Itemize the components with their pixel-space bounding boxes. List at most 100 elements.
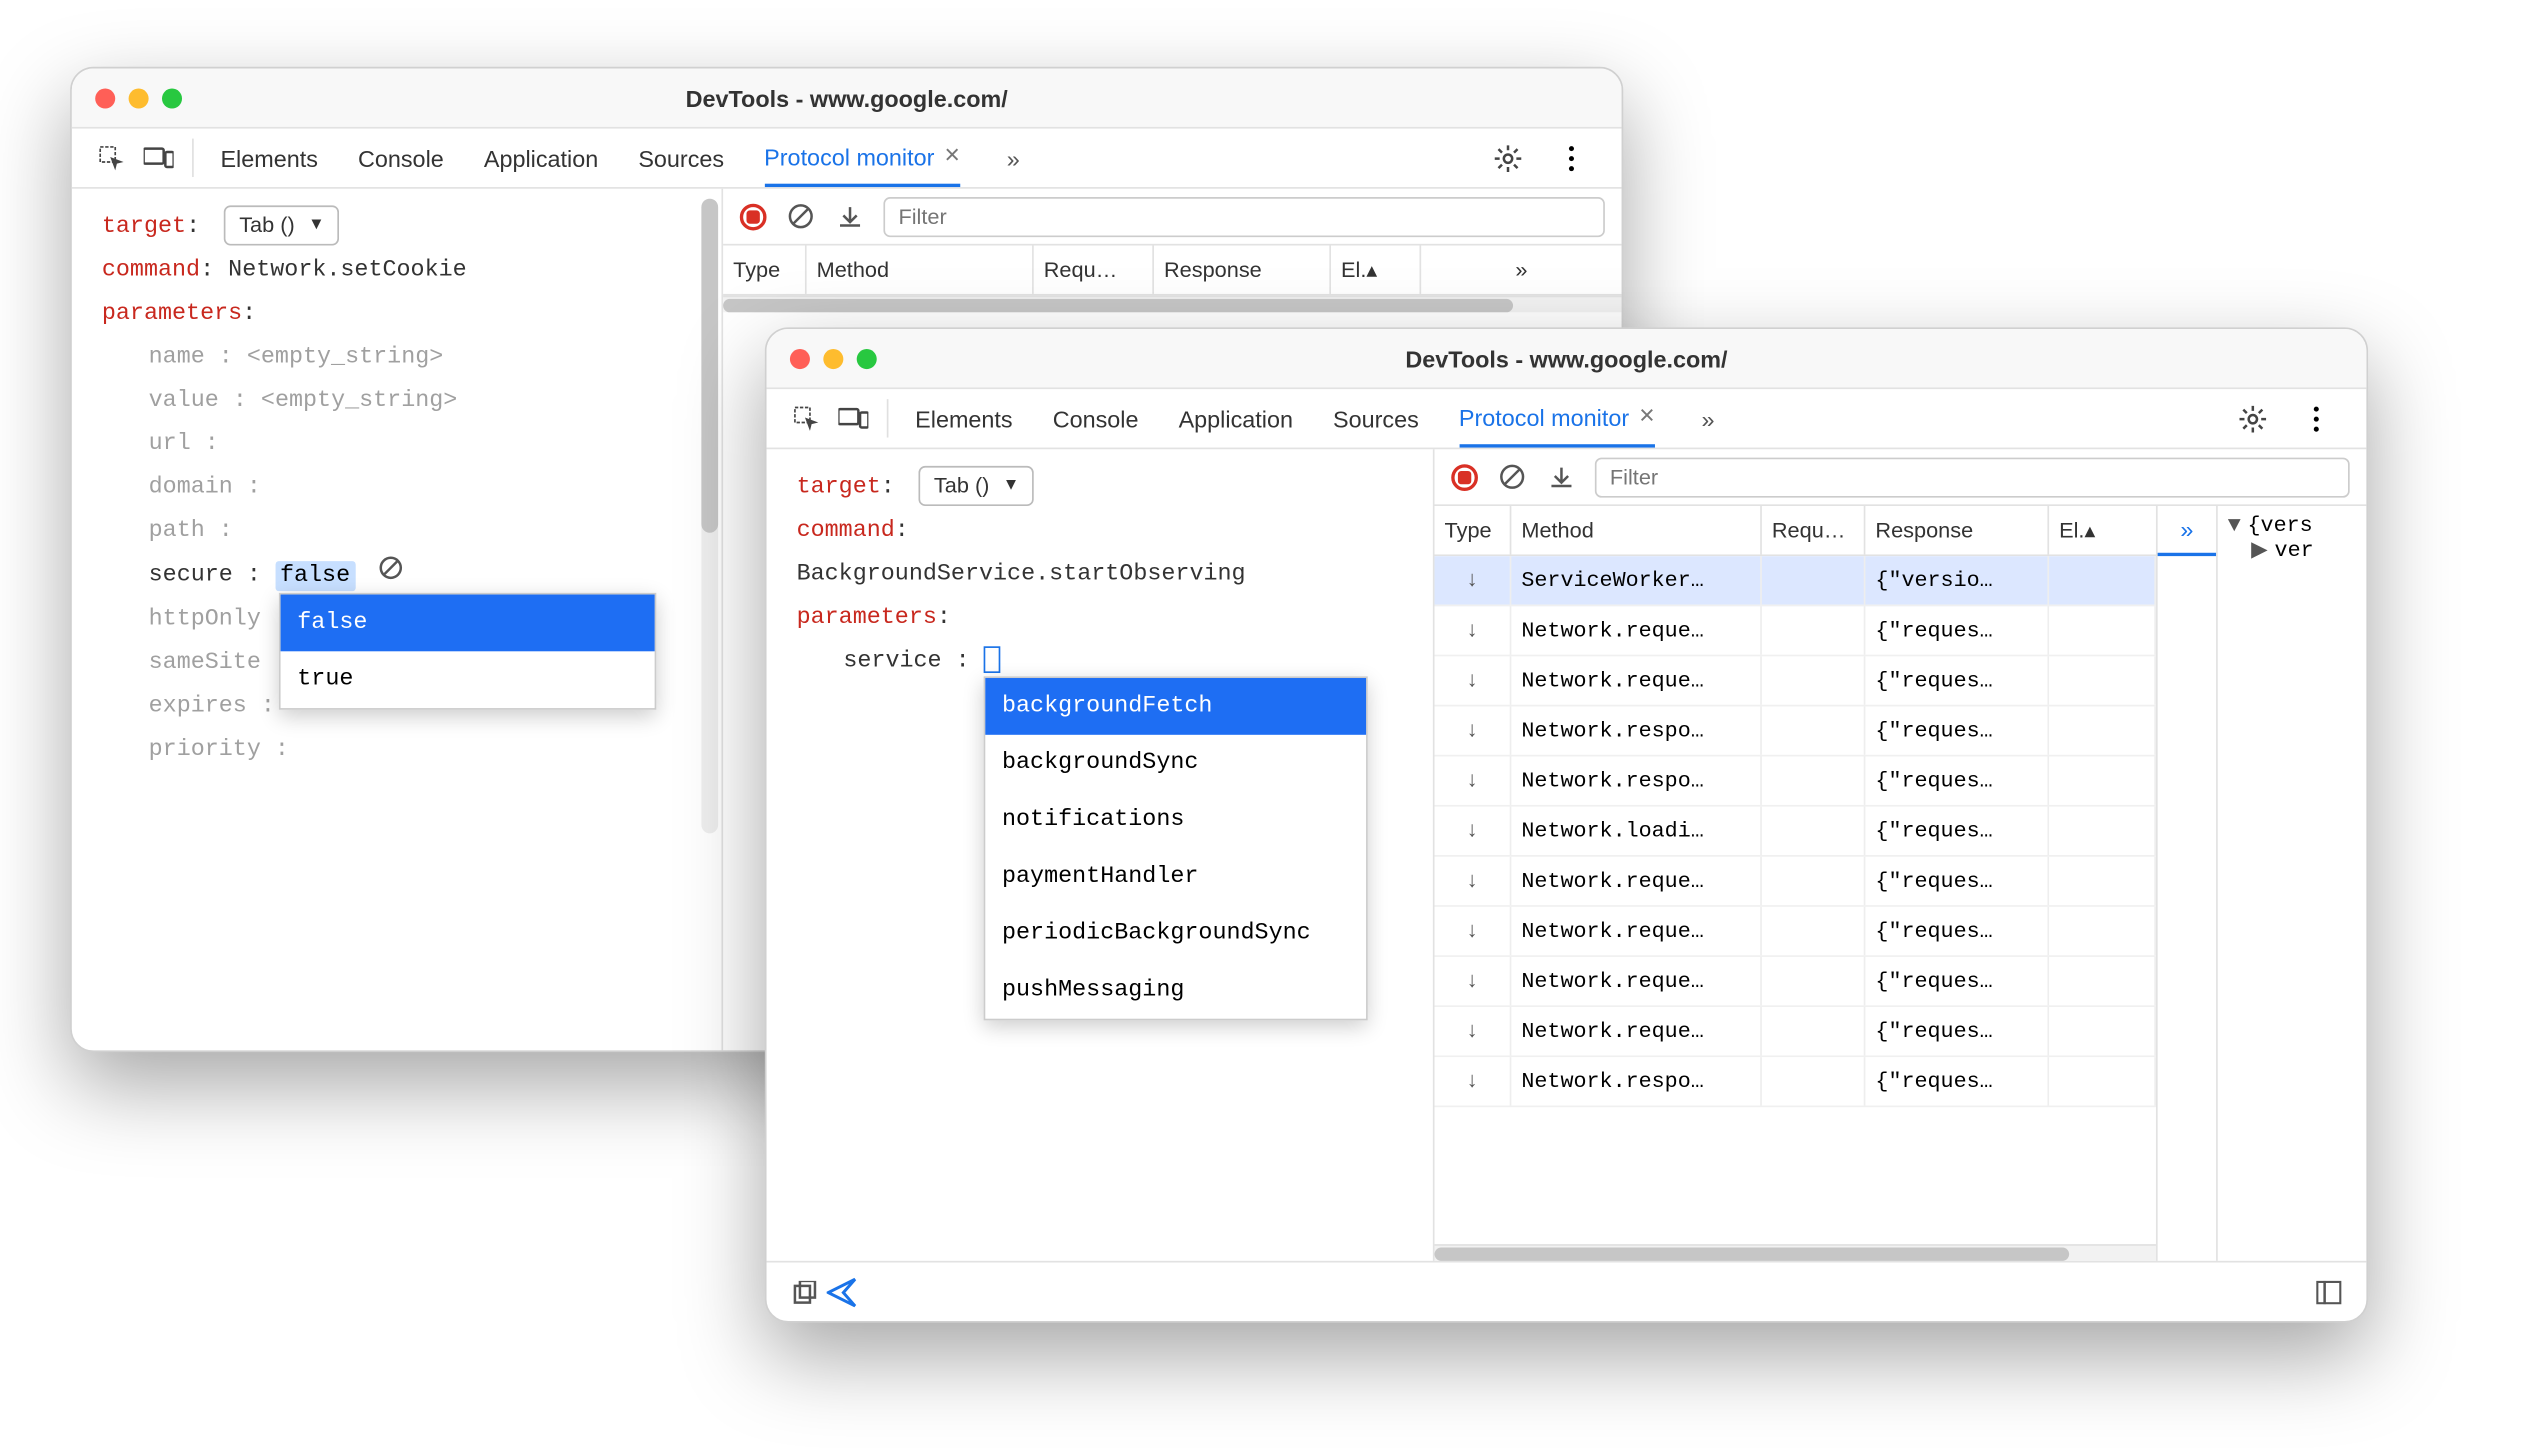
autocomplete-option[interactable]: backgroundFetch	[985, 678, 1366, 735]
more-tabs-icon[interactable]: »	[1000, 129, 1026, 187]
table-row[interactable]: ↓Network.reque…{"reques…	[1435, 907, 2156, 957]
command-label: command	[102, 257, 200, 284]
tab-application[interactable]: Application	[484, 129, 598, 187]
param-service-input[interactable]	[984, 647, 1001, 674]
col-request[interactable]: Requ…	[1034, 245, 1154, 293]
autocomplete-option[interactable]: periodicBackgroundSync	[985, 905, 1366, 962]
devtools-tabbar: Elements Console Application Sources Pro…	[767, 389, 2367, 449]
minimize-icon[interactable]	[129, 88, 149, 108]
target-select[interactable]: Tab ()▼	[224, 205, 339, 245]
maximize-icon[interactable]	[857, 348, 877, 368]
command-value[interactable]: BackgroundService.startObserving	[797, 561, 1246, 588]
col-method[interactable]: Method	[807, 245, 1034, 293]
param-service[interactable]: service	[843, 648, 941, 675]
close-tab-icon[interactable]: ×	[944, 143, 960, 170]
tab-protocol-monitor[interactable]: Protocol monitor ×	[764, 129, 960, 187]
tab-sources[interactable]: Sources	[638, 129, 724, 187]
tree-root[interactable]: ▼{vers	[2228, 513, 2357, 538]
close-icon[interactable]	[790, 348, 810, 368]
scrollbar[interactable]	[701, 199, 718, 834]
filter-input[interactable]	[1595, 457, 2350, 497]
param-samesite[interactable]: sameSite	[149, 649, 261, 676]
filter-input[interactable]	[883, 196, 1604, 236]
autocomplete-option[interactable]: true	[281, 651, 655, 708]
table-row[interactable]: ↓Network.loadi…{"reques…	[1435, 807, 2156, 857]
tab-protocol-monitor[interactable]: Protocol monitor ×	[1459, 389, 1655, 447]
col-type[interactable]: Type	[1435, 506, 1512, 554]
device-icon[interactable]	[135, 129, 182, 187]
inspect-icon[interactable]	[783, 389, 830, 447]
row-response: {"reques…	[1865, 606, 2049, 654]
copy-icon[interactable]	[787, 1273, 824, 1310]
table-row[interactable]: ↓Network.reque…{"reques…	[1435, 656, 2156, 706]
param-url[interactable]: url	[149, 431, 191, 458]
device-icon[interactable]	[830, 389, 877, 447]
close-tab-icon[interactable]: ×	[1639, 403, 1655, 430]
download-icon[interactable]	[833, 200, 866, 233]
param-domain[interactable]: domain	[149, 474, 233, 501]
close-icon[interactable]	[95, 88, 115, 108]
download-icon[interactable]	[1545, 460, 1578, 493]
send-button[interactable]	[823, 1273, 860, 1310]
autocomplete-option[interactable]: pushMessaging	[985, 962, 1366, 1019]
param-expires[interactable]: expires	[149, 693, 247, 720]
row-type-icon: ↓	[1435, 957, 1512, 1005]
more-columns-icon[interactable]: »	[1421, 245, 1621, 293]
param-httponly[interactable]: httpOnly	[149, 606, 261, 633]
table-row[interactable]: ↓Network.respo…{"reques…	[1435, 706, 2156, 756]
autocomplete-dropdown[interactable]: false true	[279, 593, 656, 710]
tab-console[interactable]: Console	[358, 129, 444, 187]
record-button[interactable]	[740, 203, 767, 230]
autocomplete-option[interactable]: false	[281, 595, 655, 652]
param-secure-value[interactable]: false	[275, 561, 355, 591]
col-method[interactable]: Method	[1511, 506, 1762, 554]
kebab-menu-icon[interactable]	[1548, 144, 1595, 171]
command-value[interactable]: Network.setCookie	[228, 257, 467, 284]
scrollbar[interactable]	[723, 296, 1621, 313]
tab-elements[interactable]: Elements	[220, 129, 317, 187]
tab-application[interactable]: Application	[1179, 389, 1293, 447]
autocomplete-option[interactable]: backgroundSync	[985, 735, 1366, 792]
gear-icon[interactable]	[2229, 405, 2276, 432]
row-request	[1762, 857, 1866, 905]
gear-icon[interactable]	[1485, 144, 1532, 171]
tab-elements[interactable]: Elements	[915, 389, 1012, 447]
table-row[interactable]: ↓Network.reque…{"reques…	[1435, 957, 2156, 1007]
table-row[interactable]: ↓Network.respo…{"reques…	[1435, 1057, 2156, 1107]
more-tabs-icon[interactable]: »	[1695, 389, 1721, 447]
col-request[interactable]: Requ…	[1762, 506, 1866, 554]
tab-console[interactable]: Console	[1053, 389, 1139, 447]
col-response[interactable]: Response	[1865, 506, 2049, 554]
col-elapsed[interactable]: El.▴	[2049, 506, 2156, 554]
table-row[interactable]: ↓Network.reque…{"reques…	[1435, 857, 2156, 907]
param-name[interactable]: name	[149, 344, 205, 371]
inspect-icon[interactable]	[89, 129, 136, 187]
param-value[interactable]: value	[149, 387, 219, 414]
col-elapsed[interactable]: El.▴	[1331, 245, 1421, 293]
autocomplete-dropdown[interactable]: backgroundFetch backgroundSync notificat…	[984, 676, 1368, 1020]
col-type[interactable]: Type	[723, 245, 807, 293]
target-select[interactable]: Tab ()▼	[919, 466, 1034, 506]
toggle-panel-icon[interactable]	[2310, 1273, 2347, 1310]
col-response[interactable]: Response	[1154, 245, 1331, 293]
maximize-icon[interactable]	[162, 88, 182, 108]
prohibit-icon[interactable]	[379, 553, 402, 596]
table-row[interactable]: ↓Network.reque…{"reques…	[1435, 1007, 2156, 1057]
scrollbar[interactable]	[1435, 1244, 2156, 1261]
tree-child[interactable]: ▶ver	[2228, 538, 2357, 563]
minimize-icon[interactable]	[823, 348, 843, 368]
autocomplete-option[interactable]: notifications	[985, 792, 1366, 849]
param-priority[interactable]: priority	[149, 736, 261, 763]
param-path[interactable]: path	[149, 518, 205, 545]
tab-sources[interactable]: Sources	[1333, 389, 1419, 447]
clear-icon[interactable]	[783, 200, 816, 233]
table-row[interactable]: ↓Network.reque…{"reques…	[1435, 606, 2156, 656]
record-button[interactable]	[1451, 463, 1478, 490]
more-columns-icon[interactable]: »	[2158, 506, 2216, 556]
autocomplete-option[interactable]: paymentHandler	[985, 848, 1366, 905]
table-row[interactable]: ↓ServiceWorker…{"versio…	[1435, 556, 2156, 606]
table-row[interactable]: ↓Network.respo…{"reques…	[1435, 757, 2156, 807]
kebab-menu-icon[interactable]	[2293, 405, 2340, 432]
param-secure[interactable]: secure	[149, 562, 233, 589]
clear-icon[interactable]	[1495, 460, 1528, 493]
